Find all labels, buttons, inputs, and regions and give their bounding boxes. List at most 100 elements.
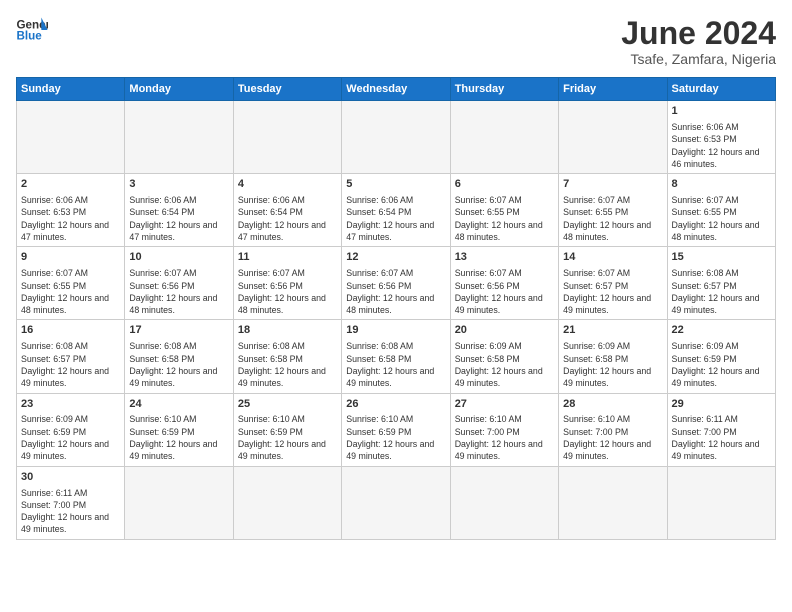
day-info: Sunrise: 6:09 AM Sunset: 6:59 PM Dayligh…: [672, 340, 771, 389]
day-number: 29: [672, 397, 771, 412]
day-info: Sunrise: 6:09 AM Sunset: 6:58 PM Dayligh…: [455, 340, 554, 389]
calendar-cell: 21 Sunrise: 6:09 AM Sunset: 6:58 PM Dayli…: [559, 320, 667, 393]
week-row-3: 16 Sunrise: 6:08 AM Sunset: 6:57 PM Dayli…: [17, 320, 776, 393]
calendar-cell: 15 Sunrise: 6:08 AM Sunset: 6:57 PM Dayli…: [667, 247, 775, 320]
day-number: 11: [238, 250, 337, 265]
day-number: 2: [21, 177, 120, 192]
day-info: Sunrise: 6:06 AM Sunset: 6:54 PM Dayligh…: [129, 194, 228, 243]
weekday-header-sunday: Sunday: [17, 78, 125, 101]
day-info: Sunrise: 6:06 AM Sunset: 6:53 PM Dayligh…: [21, 194, 120, 243]
day-number: 21: [563, 323, 662, 338]
day-number: 5: [346, 177, 445, 192]
calendar-cell: 29Sunrise: 6:11 AM Sunset: 7:00 PM Dayli…: [667, 393, 775, 466]
title-area: June 2024 Tsafe, Zamfara, Nigeria: [621, 16, 776, 67]
calendar-cell: [17, 101, 125, 174]
weekday-header-row: SundayMondayTuesdayWednesdayThursdayFrid…: [17, 78, 776, 101]
day-info: Sunrise: 6:06 AM Sunset: 6:54 PM Dayligh…: [346, 194, 445, 243]
calendar-cell: [233, 101, 341, 174]
day-number: 28: [563, 397, 662, 412]
week-row-1: 2 Sunrise: 6:06 AM Sunset: 6:53 PM Daylig…: [17, 174, 776, 247]
day-info: Sunrise: 6:06 AM Sunset: 6:53 PM Dayligh…: [672, 121, 771, 170]
day-number: 27: [455, 397, 554, 412]
svg-text:Blue: Blue: [16, 29, 42, 42]
calendar-cell: [450, 466, 558, 539]
calendar-cell: [559, 101, 667, 174]
day-number: 10: [129, 250, 228, 265]
calendar-cell: 3Sunrise: 6:06 AM Sunset: 6:54 PM Daylig…: [125, 174, 233, 247]
day-info: Sunrise: 6:07 AM Sunset: 6:55 PM Dayligh…: [455, 194, 554, 243]
calendar-cell: 28Sunrise: 6:10 AM Sunset: 7:00 PM Dayli…: [559, 393, 667, 466]
calendar-cell: 20 Sunrise: 6:09 AM Sunset: 6:58 PM Dayli…: [450, 320, 558, 393]
day-info: Sunrise: 6:09 AM Sunset: 6:58 PM Dayligh…: [563, 340, 662, 389]
calendar-cell: 1 Sunrise: 6:06 AM Sunset: 6:53 PM Daylig…: [667, 101, 775, 174]
calendar-cell: [667, 466, 775, 539]
calendar-cell: [233, 466, 341, 539]
day-number: 22: [672, 323, 771, 338]
day-number: 6: [455, 177, 554, 192]
day-number: 8: [672, 177, 771, 192]
weekday-header-friday: Friday: [559, 78, 667, 101]
day-info: Sunrise: 6:10 AM Sunset: 7:00 PM Dayligh…: [563, 413, 662, 462]
calendar-cell: 9Sunrise: 6:07 AM Sunset: 6:55 PM Daylig…: [17, 247, 125, 320]
day-number: 7: [563, 177, 662, 192]
calendar-table: SundayMondayTuesdayWednesdayThursdayFrid…: [16, 77, 776, 540]
logo: General Blue: [16, 16, 48, 44]
weekday-header-thursday: Thursday: [450, 78, 558, 101]
calendar-cell: 10 Sunrise: 6:07 AM Sunset: 6:56 PM Dayli…: [125, 247, 233, 320]
day-info: Sunrise: 6:08 AM Sunset: 6:57 PM Dayligh…: [672, 267, 771, 316]
day-info: Sunrise: 6:07 AM Sunset: 6:56 PM Dayligh…: [238, 267, 337, 316]
day-number: 1: [672, 104, 771, 119]
day-number: 18: [238, 323, 337, 338]
calendar-cell: 18 Sunrise: 6:08 AM Sunset: 6:58 PM Dayli…: [233, 320, 341, 393]
day-number: 17: [129, 323, 228, 338]
day-info: Sunrise: 6:11 AM Sunset: 7:00 PM Dayligh…: [672, 413, 771, 462]
day-info: Sunrise: 6:07 AM Sunset: 6:55 PM Dayligh…: [563, 194, 662, 243]
day-info: Sunrise: 6:08 AM Sunset: 6:57 PM Dayligh…: [21, 340, 120, 389]
calendar-cell: 23Sunrise: 6:09 AM Sunset: 6:59 PM Dayli…: [17, 393, 125, 466]
day-info: Sunrise: 6:07 AM Sunset: 6:56 PM Dayligh…: [455, 267, 554, 316]
calendar-cell: 24Sunrise: 6:10 AM Sunset: 6:59 PM Dayli…: [125, 393, 233, 466]
day-info: Sunrise: 6:06 AM Sunset: 6:54 PM Dayligh…: [238, 194, 337, 243]
calendar-cell: 12Sunrise: 6:07 AM Sunset: 6:56 PM Dayli…: [342, 247, 450, 320]
day-info: Sunrise: 6:08 AM Sunset: 6:58 PM Dayligh…: [238, 340, 337, 389]
day-info: Sunrise: 6:07 AM Sunset: 6:56 PM Dayligh…: [129, 267, 228, 316]
day-number: 20: [455, 323, 554, 338]
day-info: Sunrise: 6:10 AM Sunset: 6:59 PM Dayligh…: [238, 413, 337, 462]
header: General Blue June 2024 Tsafe, Zamfara, N…: [16, 16, 776, 67]
calendar-cell: 25Sunrise: 6:10 AM Sunset: 6:59 PM Dayli…: [233, 393, 341, 466]
month-title: June 2024: [621, 16, 776, 51]
week-row-4: 23Sunrise: 6:09 AM Sunset: 6:59 PM Dayli…: [17, 393, 776, 466]
calendar-cell: [559, 466, 667, 539]
day-info: Sunrise: 6:10 AM Sunset: 6:59 PM Dayligh…: [129, 413, 228, 462]
day-info: Sunrise: 6:07 AM Sunset: 6:55 PM Dayligh…: [672, 194, 771, 243]
day-number: 15: [672, 250, 771, 265]
calendar-cell: [125, 101, 233, 174]
weekday-header-wednesday: Wednesday: [342, 78, 450, 101]
calendar-cell: 17Sunrise: 6:08 AM Sunset: 6:58 PM Dayli…: [125, 320, 233, 393]
day-number: 14: [563, 250, 662, 265]
calendar-cell: 27Sunrise: 6:10 AM Sunset: 7:00 PM Dayli…: [450, 393, 558, 466]
calendar-cell: 4Sunrise: 6:06 AM Sunset: 6:54 PM Daylig…: [233, 174, 341, 247]
week-row-2: 9Sunrise: 6:07 AM Sunset: 6:55 PM Daylig…: [17, 247, 776, 320]
calendar-cell: 22 Sunrise: 6:09 AM Sunset: 6:59 PM Dayli…: [667, 320, 775, 393]
day-number: 26: [346, 397, 445, 412]
weekday-header-saturday: Saturday: [667, 78, 775, 101]
week-row-5: 30 Sunrise: 6:11 AM Sunset: 7:00 PM Dayli…: [17, 466, 776, 539]
calendar-cell: 16 Sunrise: 6:08 AM Sunset: 6:57 PM Dayli…: [17, 320, 125, 393]
day-number: 13: [455, 250, 554, 265]
calendar-cell: 13 Sunrise: 6:07 AM Sunset: 6:56 PM Dayli…: [450, 247, 558, 320]
day-number: 24: [129, 397, 228, 412]
calendar-cell: [125, 466, 233, 539]
day-number: 30: [21, 470, 120, 485]
day-info: Sunrise: 6:11 AM Sunset: 7:00 PM Dayligh…: [21, 487, 120, 536]
day-number: 19: [346, 323, 445, 338]
logo-icon: General Blue: [16, 16, 48, 44]
day-number: 16: [21, 323, 120, 338]
week-row-0: 1 Sunrise: 6:06 AM Sunset: 6:53 PM Daylig…: [17, 101, 776, 174]
day-info: Sunrise: 6:07 AM Sunset: 6:55 PM Dayligh…: [21, 267, 120, 316]
calendar-cell: 26Sunrise: 6:10 AM Sunset: 6:59 PM Dayli…: [342, 393, 450, 466]
day-info: Sunrise: 6:10 AM Sunset: 6:59 PM Dayligh…: [346, 413, 445, 462]
day-number: 23: [21, 397, 120, 412]
day-info: Sunrise: 6:09 AM Sunset: 6:59 PM Dayligh…: [21, 413, 120, 462]
calendar-cell: 2 Sunrise: 6:06 AM Sunset: 6:53 PM Daylig…: [17, 174, 125, 247]
